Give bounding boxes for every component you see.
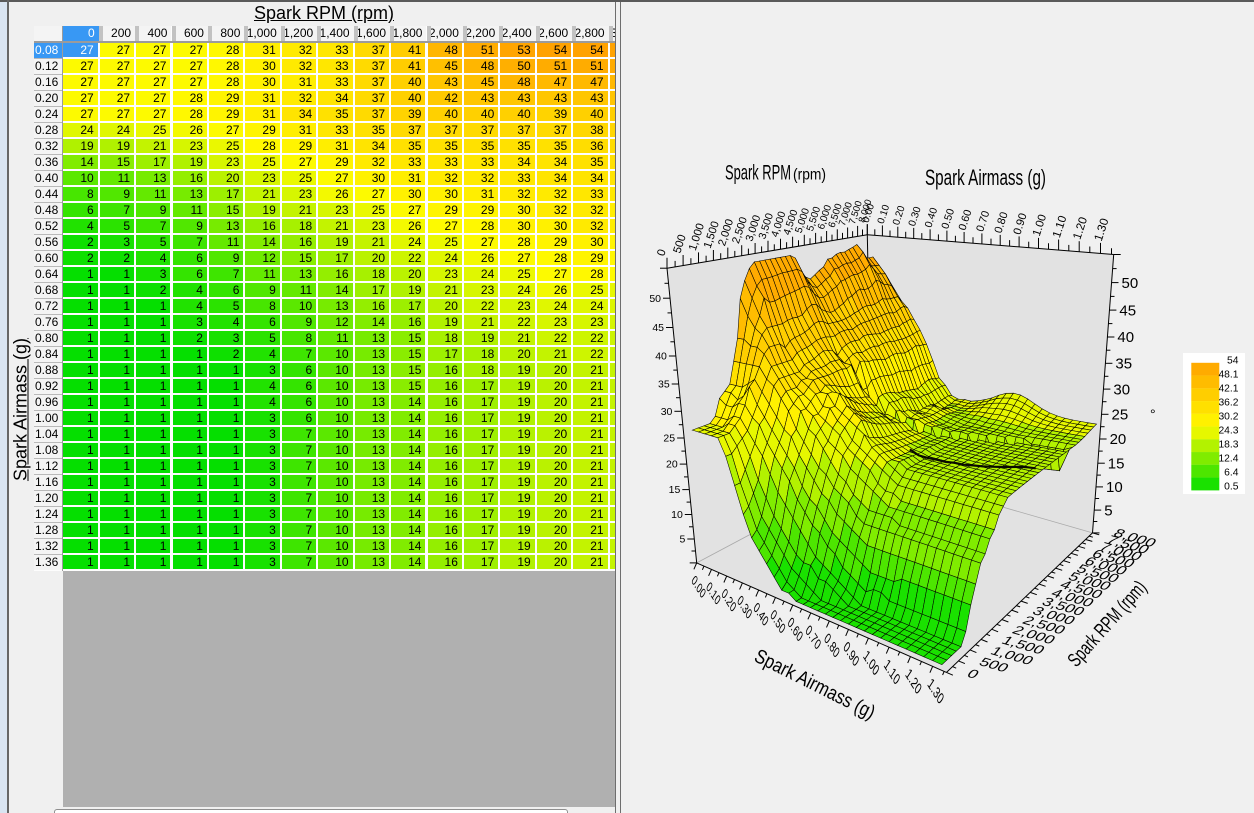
svg-text:0: 0	[655, 248, 668, 258]
svg-text:500: 500	[672, 233, 689, 255]
svg-text:30: 30	[661, 406, 673, 418]
svg-text:(rpm): (rpm)	[793, 167, 826, 184]
svg-text:1.00: 1.00	[1031, 213, 1049, 238]
svg-text:0.80: 0.80	[822, 630, 842, 662]
svg-text:0.60: 0.60	[785, 614, 805, 646]
svg-text:0.70: 0.70	[803, 622, 823, 654]
svg-text:18.3: 18.3	[1218, 439, 1238, 450]
svg-text:0.50: 0.50	[768, 606, 788, 637]
svg-text:36.2: 36.2	[1218, 397, 1238, 408]
svg-text:5: 5	[679, 534, 685, 546]
svg-text:0.60: 0.60	[957, 208, 975, 232]
svg-text:Spark RPM: Spark RPM	[725, 162, 791, 185]
svg-text:20: 20	[666, 459, 678, 471]
svg-text:0.20: 0.20	[719, 586, 738, 616]
svg-text:0.70: 0.70	[974, 209, 992, 233]
svg-text:20: 20	[1110, 431, 1127, 448]
svg-text:0.50: 0.50	[939, 207, 957, 230]
svg-text:0.40: 0.40	[923, 206, 940, 229]
svg-text:35: 35	[658, 379, 670, 391]
svg-text:0: 0	[964, 667, 982, 682]
svg-text:50: 50	[1122, 275, 1139, 292]
svg-text:0.30: 0.30	[907, 205, 924, 228]
svg-text:0.10: 0.10	[704, 580, 722, 609]
svg-text:1.20: 1.20	[1071, 215, 1091, 241]
svg-text:10: 10	[671, 509, 683, 521]
svg-text:50: 50	[649, 293, 661, 305]
svg-text:15: 15	[1108, 455, 1125, 472]
svg-text:40: 40	[655, 351, 667, 363]
svg-text:48.1: 48.1	[1218, 369, 1238, 380]
svg-text:54: 54	[1227, 355, 1239, 366]
svg-text:1.30: 1.30	[1091, 216, 1112, 243]
svg-text:1.00: 1.00	[861, 646, 882, 679]
svg-text:15: 15	[669, 484, 681, 496]
svg-text:Spark Airmass (g): Spark Airmass (g)	[925, 165, 1046, 190]
svg-text:35: 35	[1115, 356, 1132, 373]
svg-text:40: 40	[1117, 329, 1134, 346]
svg-text:12.4: 12.4	[1218, 453, 1238, 464]
svg-text:1.30: 1.30	[925, 674, 946, 708]
svg-text:0.20: 0.20	[891, 204, 908, 226]
svg-text:1.10: 1.10	[1051, 214, 1069, 239]
svg-text:25: 25	[663, 433, 675, 445]
svg-text:0.40: 0.40	[751, 599, 771, 630]
svg-text:0.90: 0.90	[1012, 212, 1030, 237]
svg-text:30.2: 30.2	[1218, 411, 1238, 422]
svg-text:42.1: 42.1	[1218, 383, 1238, 394]
svg-text:45: 45	[1119, 302, 1136, 319]
svg-text:0.90: 0.90	[841, 638, 861, 670]
svg-text:24.3: 24.3	[1218, 425, 1238, 436]
svg-text:0.00: 0.00	[689, 573, 707, 601]
svg-text:°: °	[1150, 406, 1156, 422]
svg-text:45: 45	[652, 322, 664, 334]
svg-text:5: 5	[1104, 502, 1112, 519]
svg-text:1.10: 1.10	[882, 655, 903, 688]
svg-text:6.4: 6.4	[1224, 467, 1239, 478]
svg-text:1.20: 1.20	[903, 664, 924, 697]
svg-text:0.10: 0.10	[876, 203, 893, 225]
svg-text:0.5: 0.5	[1224, 481, 1239, 492]
svg-text:10: 10	[1106, 479, 1123, 496]
svg-text:30: 30	[1113, 381, 1130, 398]
svg-text:0.80: 0.80	[993, 211, 1011, 235]
svg-text:25: 25	[1112, 407, 1129, 424]
svg-text:0.30: 0.30	[735, 593, 754, 623]
